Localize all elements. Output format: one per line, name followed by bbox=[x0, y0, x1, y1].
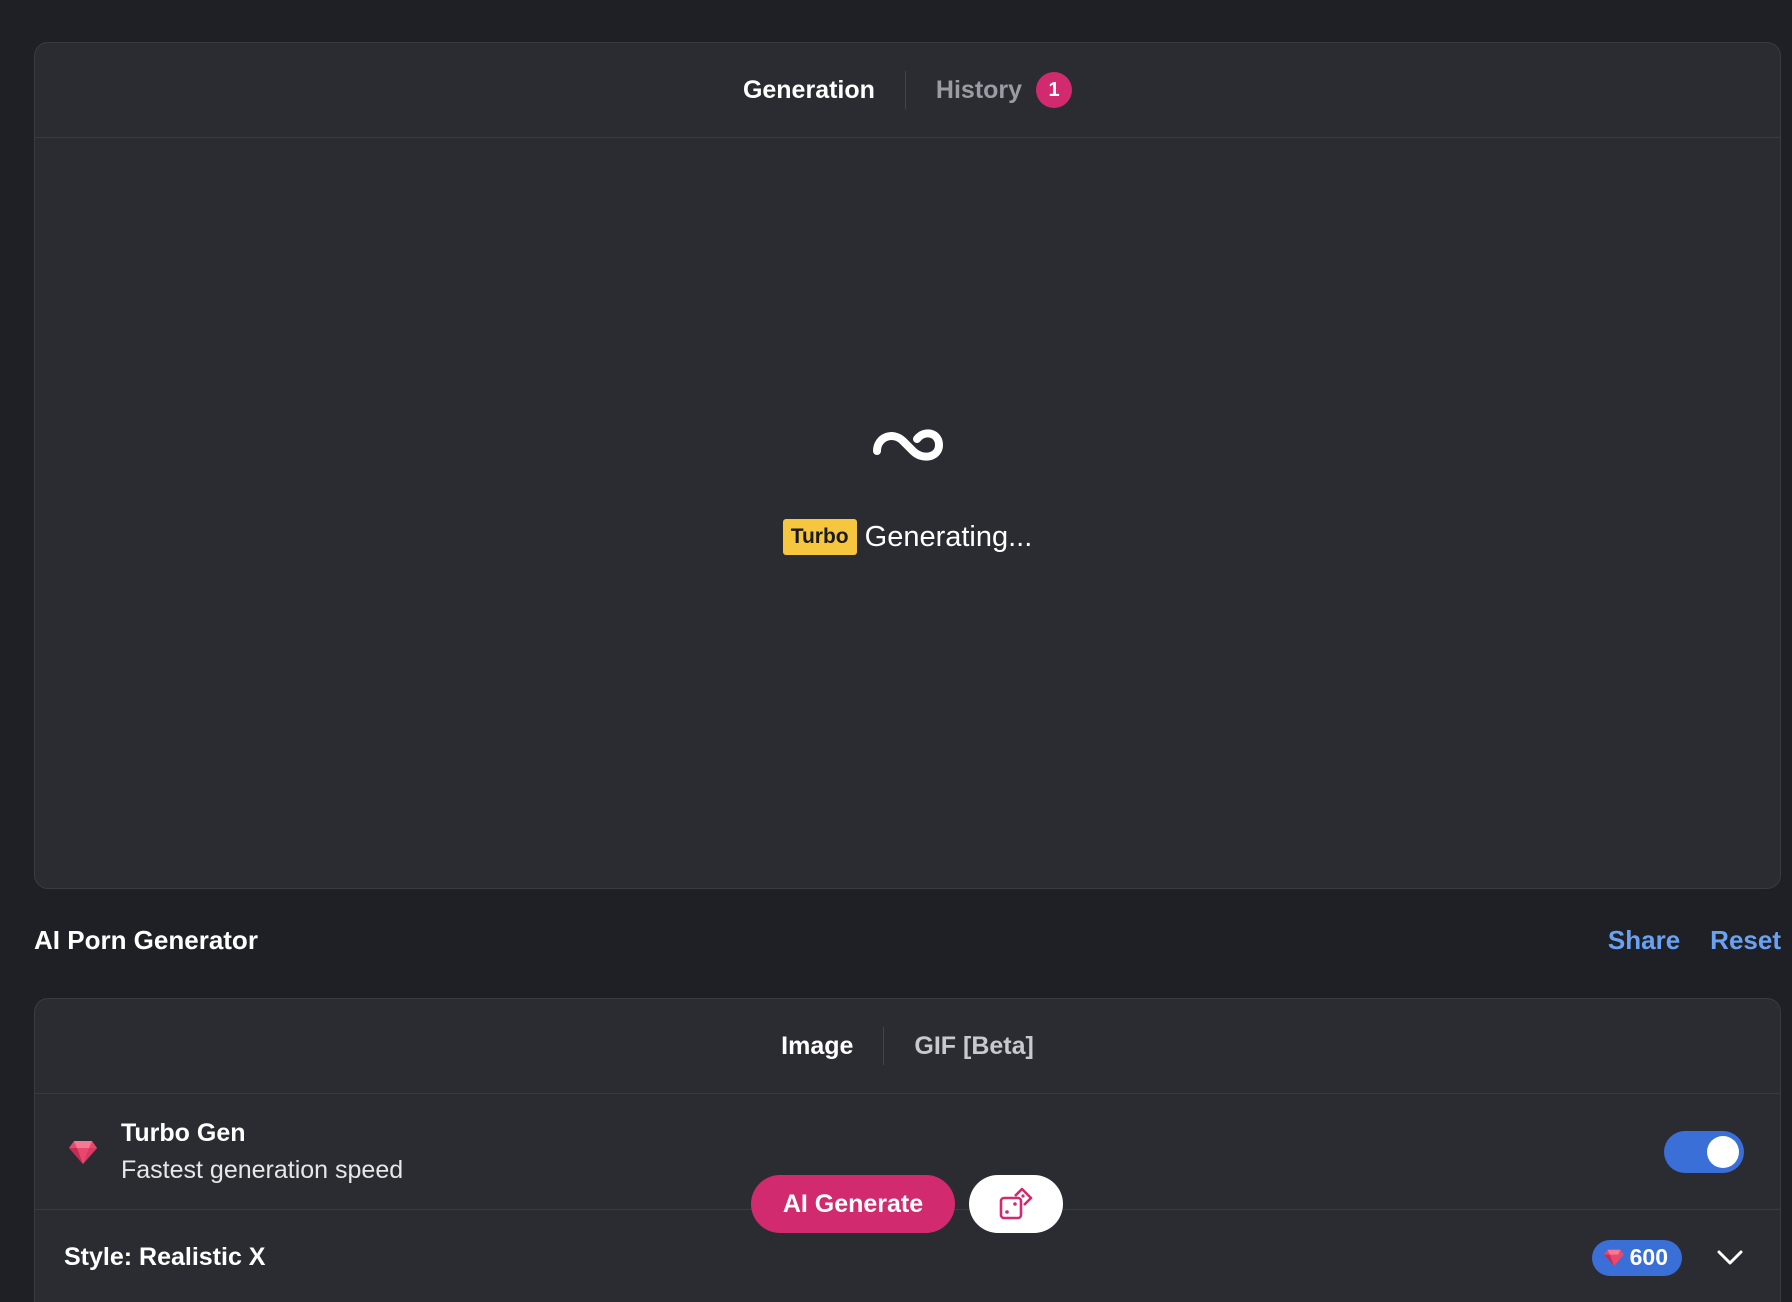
tab-history-label: History bbox=[935, 75, 1023, 104]
cost-value: 600 bbox=[1629, 1244, 1668, 1270]
share-button[interactable]: Share bbox=[1608, 925, 1680, 956]
turbo-tag: Turbo bbox=[782, 519, 857, 555]
generator-header: AI Porn Generator Share Reset bbox=[34, 925, 1781, 956]
dice-icon bbox=[999, 1187, 1033, 1220]
toggle-knob bbox=[1707, 1135, 1739, 1168]
page-title: AI Porn Generator bbox=[34, 925, 258, 955]
gem-icon bbox=[1603, 1249, 1624, 1266]
tab-generation[interactable]: Generation bbox=[713, 76, 905, 105]
style-label: Style: Realistic X bbox=[64, 1243, 266, 1271]
ai-generate-label: AI Generate bbox=[782, 1189, 924, 1218]
generation-status: Turbo Generating... bbox=[782, 519, 1033, 555]
turbo-gen-subtitle: Fastest generation speed bbox=[121, 1155, 404, 1184]
turbo-gen-texts: Turbo Gen Fastest generation speed bbox=[121, 1119, 403, 1185]
tab-generation-label: Generation bbox=[742, 75, 875, 104]
gem-icon bbox=[69, 1140, 97, 1164]
randomize-button[interactable] bbox=[969, 1175, 1063, 1233]
preview-tabbar: Generation History 1 bbox=[35, 43, 1780, 138]
ai-generate-button[interactable]: AI Generate bbox=[751, 1175, 955, 1233]
infinity-loader-icon bbox=[872, 429, 943, 461]
turbo-gen-toggle[interactable] bbox=[1664, 1130, 1744, 1173]
turbo-gen-title: Turbo Gen bbox=[121, 1118, 246, 1147]
chevron-down-icon[interactable] bbox=[1716, 1249, 1744, 1267]
status-text: Generating... bbox=[864, 520, 1033, 553]
tab-gif[interactable]: GIF [Beta] bbox=[884, 1032, 1063, 1061]
tab-history[interactable]: History 1 bbox=[906, 72, 1102, 108]
loading-area: Turbo Generating... bbox=[35, 423, 1780, 555]
header-actions: Share Reset bbox=[1608, 925, 1781, 956]
mode-tabbar: Image GIF [Beta] bbox=[35, 999, 1780, 1094]
cost-badge: 600 bbox=[1591, 1239, 1682, 1276]
reset-button[interactable]: Reset bbox=[1710, 925, 1781, 956]
settings-panel: Image GIF [Beta] Turbo Gen Fastest gener… bbox=[34, 998, 1781, 1302]
tab-image[interactable]: Image bbox=[751, 1032, 883, 1061]
history-count-badge: 1 bbox=[1036, 72, 1073, 108]
preview-panel: Generation History 1 Turbo Generating... bbox=[34, 42, 1781, 889]
